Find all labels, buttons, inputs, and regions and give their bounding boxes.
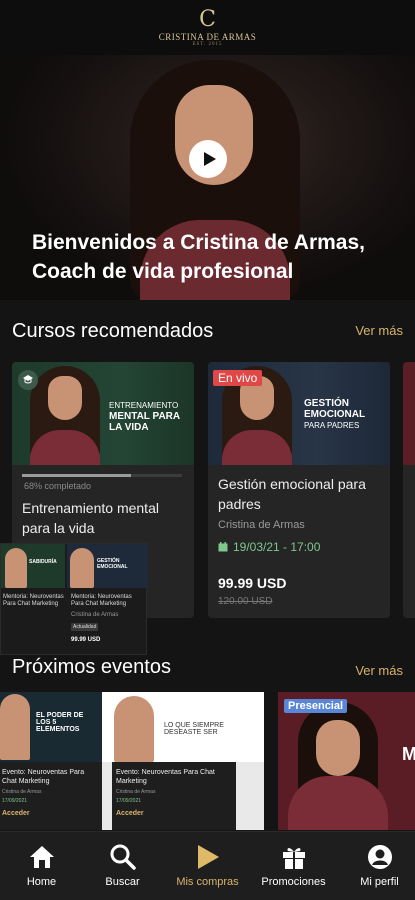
course-card[interactable]: En vivo Gestión emocional para padres Ge… [208,362,390,618]
bottom-navigation: Home Buscar Mis compras Promociones Mi p… [0,831,415,900]
nav-label: Buscar [105,876,140,888]
play-icon [194,843,222,871]
floating-preview-card[interactable]: SABIDURÍA GESTIÓN EMOCIONAL Mentoria: Ne… [0,543,148,655]
nav-home[interactable]: Home [0,832,83,900]
preview-item-tag: Actualidad [71,623,99,631]
preview-item-author: Cristina de Armas [71,612,119,618]
play-icon [203,152,216,166]
courses-section-header: Cursos recomendados Ver más [0,320,415,350]
course-old-price: 120.00 USD [218,596,273,607]
nav-my-purchases[interactable]: Mis compras [166,832,249,900]
preview-thumb-caption: GESTIÓN EMOCIONAL [97,558,128,570]
preview-thumb-caption: SABIDURÍA [29,559,57,565]
nav-search[interactable]: Buscar [81,832,164,900]
course-card-image: Entrenamiento mental para la vida [12,362,194,465]
event-image-caption: M [402,744,415,764]
event-card[interactable]: LO QUE SIEMPRE DESEASTE SER Evento: Neur… [102,692,264,830]
logo-mark: C [199,6,216,32]
course-icon [18,370,38,390]
preview-thumb: GESTIÓN EMOCIONAL [67,544,148,588]
logo-subtitle: EST. 2015 [192,41,223,47]
course-title: Gestión emocional para padres [218,476,366,512]
course-card-image: En vivo Gestión emocional para padres [208,362,390,465]
event-access-button[interactable]: Acceder [2,810,30,817]
search-icon [109,843,137,871]
event-image-caption: LO QUE SIEMPRE DESEASTE SER [164,722,224,736]
courses-see-more-link[interactable]: Ver más [355,323,403,338]
nav-label: Mi perfil [360,876,399,888]
nav-label: Mis compras [176,876,239,888]
course-progress-fill [22,474,131,477]
events-section-title: Próximos eventos [12,656,171,678]
play-video-button[interactable] [189,140,227,178]
event-card-image: LO QUE SIEMPRE DESEASTE SER [102,692,264,762]
nav-label: Home [26,876,57,888]
preview-item-title: Mentoria: Neuroventas Para Chat Marketin… [3,594,64,607]
event-image-caption: EL PODER DE LOS 5 ELEMENTOS [36,712,84,733]
event-info: Evento: Neuroventas Para Chat Marketing … [112,762,236,830]
event-card[interactable]: Presencial M [278,692,415,830]
course-image-caption: Entrenamiento [109,401,179,410]
gift-icon [280,843,308,871]
preview-item-price: 99.99 USD [71,637,101,643]
course-card-image [403,362,415,465]
course-title: Entrenamiento mental para la vida [22,500,159,536]
course-card-partial[interactable] [403,362,415,618]
preview-item-title: Mentoria: Neuroventas Para Chat Marketin… [71,594,132,607]
nav-label: Promociones [261,876,326,888]
course-progress-bar [22,474,182,477]
course-price: 99.99 USD [218,575,287,591]
app-header: C CRISTINA DE ARMAS EST. 2015 [0,0,415,55]
live-badge: En vivo [213,370,263,386]
event-title: Evento: Neuroventas Para Chat Marketing [2,769,85,785]
event-card[interactable]: EL PODER DE LOS 5 ELEMENTOS Evento: Neur… [0,692,102,830]
hero-video-banner[interactable]: Bienvenidos a Cristina de Armas, Coach d… [0,55,415,300]
events-see-more-link[interactable]: Ver más [355,663,403,678]
events-section-header: Próximos eventos Ver más [0,656,415,686]
course-image-caption: Gestión emocional [304,398,366,420]
home-icon [28,843,56,871]
event-date: 17/09/2021 [2,798,28,804]
course-image-caption: mental para la vida [109,411,180,433]
event-author: Cristina de Armas [116,789,156,795]
nav-profile[interactable]: Mi perfil [338,832,415,900]
brand-logo[interactable]: C CRISTINA DE ARMAS EST. 2015 [158,6,257,47]
logo-name: CRISTINA DE ARMAS [158,31,257,42]
preview-thumb: SABIDURÍA [1,544,65,588]
course-author: Cristina de Armas [218,519,305,531]
nav-promotions[interactable]: Promociones [252,832,335,900]
event-title: Evento: Neuroventas Para Chat Marketing [116,769,215,785]
hero-title: Bienvenidos a Cristina de Armas, Coach d… [32,231,365,283]
event-access-button[interactable]: Acceder [116,810,144,817]
event-author: Cristina de Armas [2,789,42,795]
event-date: 17/09/2021 [116,798,142,804]
course-image-caption: para padres [304,421,360,430]
course-date: 19/03/21 - 17:00 [218,540,320,554]
event-card-image: EL PODER DE LOS 5 ELEMENTOS [0,692,102,762]
courses-section-title: Cursos recomendados [12,320,214,342]
course-progress-label: 68% completado [24,481,92,491]
profile-icon [366,843,394,871]
course-date-text: 19/03/21 - 17:00 [233,540,321,554]
presencial-badge: Presencial [284,699,348,713]
calendar-icon [218,542,228,552]
